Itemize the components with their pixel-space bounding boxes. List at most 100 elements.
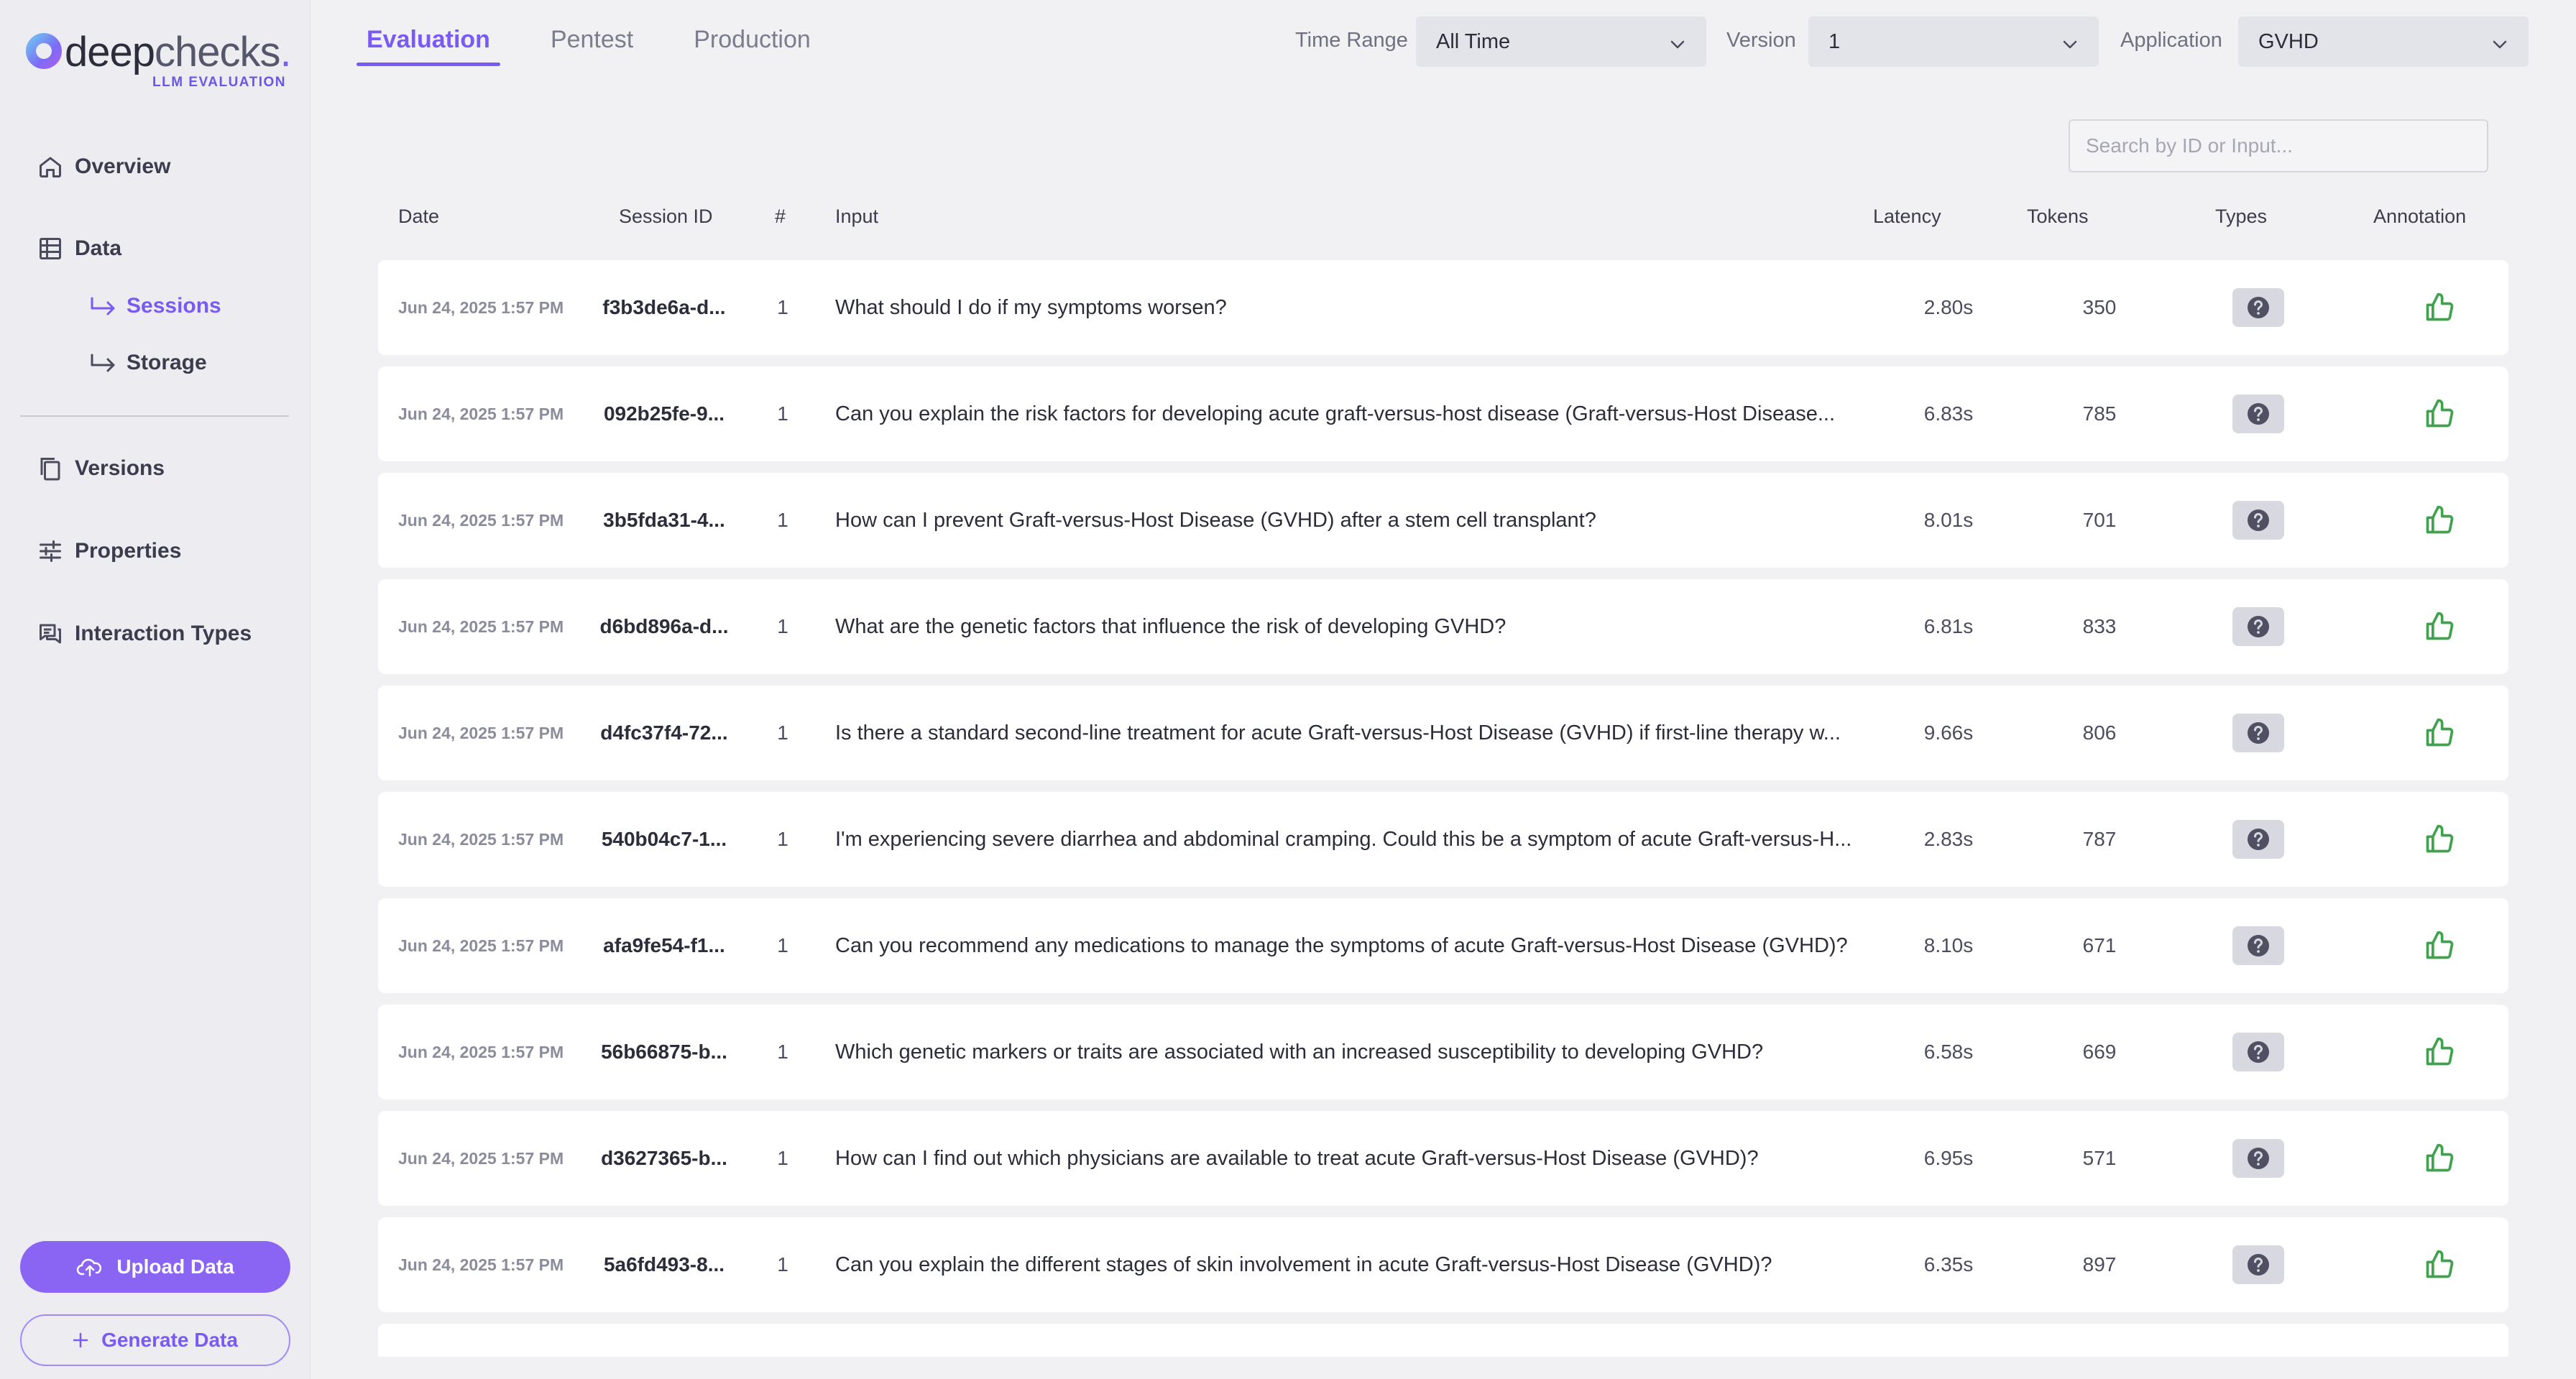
time-range-select[interactable]: All Time	[1416, 17, 1706, 67]
row-date: Jun 24, 2025 1:57 PM	[398, 829, 564, 849]
table-row[interactable]: Jun 24, 2025 1:57 PM d6bd896a-d... 1 Wha…	[378, 579, 2508, 674]
interaction-type-badge[interactable]	[2232, 1245, 2284, 1284]
application-label: Application	[2120, 29, 2222, 52]
version-select[interactable]: 1	[1808, 17, 2099, 67]
tab-production[interactable]: Production	[684, 22, 821, 65]
thumbs-up-icon[interactable]	[2424, 1249, 2455, 1281]
table-row[interactable]: Jun 24, 2025 1:57 PM 56b66875-b... 1 Whi…	[378, 1005, 2508, 1099]
home-icon	[36, 152, 65, 181]
row-session-id[interactable]: 092b25fe-9...	[599, 366, 729, 461]
version-value: 1	[1828, 29, 1841, 53]
table-row[interactable]: Jun 24, 2025 1:57 PM d4fc37f4-72... 1 Is…	[378, 686, 2508, 780]
row-tokens: 785	[2082, 402, 2117, 425]
sidebar-item-label: Overview	[75, 154, 171, 178]
interaction-type-badge[interactable]	[2232, 820, 2284, 859]
table-row[interactable]: Jun 24, 2025 1:57 PM 540b04c7-1... 1 I'm…	[378, 792, 2508, 887]
column-header-latency[interactable]: Latency	[1873, 206, 1941, 228]
row-annotation	[2396, 260, 2483, 355]
application-value: GVHD	[2258, 29, 2319, 53]
row-session-id[interactable]: d4fc37f4-72...	[599, 686, 729, 780]
row-session-id[interactable]: 56b66875-b...	[599, 1005, 729, 1099]
row-annotation	[2396, 686, 2483, 780]
row-session-id[interactable]: afa9fe54-f1...	[599, 898, 729, 993]
plus-icon	[73, 1332, 88, 1348]
sidebar-item-label: Properties	[75, 539, 182, 563]
table-row[interactable]: Jun 24, 2025 1:57 PM afa9fe54-f1... 1 Ca…	[378, 898, 2508, 993]
interaction-type-badge[interactable]	[2232, 607, 2284, 646]
question-icon	[2248, 935, 2269, 956]
row-type	[2215, 1005, 2301, 1099]
row-type	[2215, 686, 2301, 780]
thumbs-up-icon[interactable]	[2424, 504, 2455, 536]
copy-icon	[36, 454, 65, 483]
table-row[interactable]: Jun 24, 2025 1:57 PM 3b5fda31-4... 1 How…	[378, 473, 2508, 568]
interaction-type-badge[interactable]	[2232, 926, 2284, 965]
thumbs-up-icon[interactable]	[2424, 611, 2455, 642]
column-header-annotation[interactable]: Annotation	[2373, 206, 2466, 228]
upload-data-button[interactable]: Upload Data	[20, 1241, 290, 1293]
sidebar-item-properties[interactable]: Properties	[36, 530, 181, 573]
sidebar-item-interaction-types[interactable]: Interaction Types	[36, 612, 252, 655]
interaction-type-badge[interactable]	[2232, 501, 2284, 540]
sidebar-item-versions[interactable]: Versions	[36, 447, 165, 490]
row-annotation	[2396, 792, 2483, 887]
row-session-id[interactable]: 3b5fda31-4...	[599, 473, 729, 568]
row-interaction-number: 1	[777, 1041, 788, 1063]
thumbs-up-icon[interactable]	[2424, 1036, 2455, 1068]
table-row[interactable]: Jun 24, 2025 1:57 PM 092b25fe-9... 1 Can…	[378, 366, 2508, 461]
row-interaction-number: 1	[777, 1147, 788, 1169]
table-row[interactable]	[378, 1324, 2508, 1357]
thumbs-up-icon[interactable]	[2424, 824, 2455, 855]
search-input[interactable]	[2069, 119, 2488, 172]
column-header-tokens[interactable]: Tokens	[2027, 206, 2089, 228]
row-date: Jun 24, 2025 1:57 PM	[398, 617, 564, 636]
thumbs-up-icon[interactable]	[2424, 292, 2455, 323]
logo-subtitle: LLM EVALUATION	[152, 75, 286, 90]
column-header-date[interactable]: Date	[398, 206, 439, 228]
row-date: Jun 24, 2025 1:57 PM	[398, 1042, 564, 1061]
interaction-type-badge[interactable]	[2232, 1033, 2284, 1071]
sidebar-item-data[interactable]: Data	[36, 227, 121, 270]
row-session-id[interactable]: d3627365-b...	[599, 1111, 729, 1206]
table-row[interactable]: Jun 24, 2025 1:57 PM d3627365-b... 1 How…	[378, 1111, 2508, 1206]
thumbs-up-icon[interactable]	[2424, 398, 2455, 430]
row-date: Jun 24, 2025 1:57 PM	[398, 936, 564, 955]
column-header-number[interactable]: #	[775, 206, 786, 228]
row-annotation	[2396, 366, 2483, 461]
row-date: Jun 24, 2025 1:57 PM	[398, 510, 564, 530]
interaction-type-badge[interactable]	[2232, 395, 2284, 433]
row-session-id[interactable]: 540b04c7-1...	[599, 792, 729, 887]
thumbs-up-icon[interactable]	[2424, 1143, 2455, 1174]
sidebar: deepchecks. LLM EVALUATION Overview Data…	[0, 0, 310, 1379]
sidebar-subitem-label: Storage	[126, 351, 207, 374]
row-session-id[interactable]: d6bd896a-d...	[599, 579, 729, 674]
application-select[interactable]: GVHD	[2238, 17, 2529, 67]
table-row[interactable]: Jun 24, 2025 1:57 PM 5a6fd493-8... 1 Can…	[378, 1217, 2508, 1312]
thumbs-up-icon[interactable]	[2424, 717, 2455, 749]
column-header-session-id[interactable]: Session ID	[619, 206, 713, 228]
sidebar-item-sessions[interactable]: Sessions	[89, 286, 221, 326]
sidebar-item-label: Data	[75, 236, 122, 260]
row-annotation	[2396, 1005, 2483, 1099]
thumbs-up-icon[interactable]	[2424, 930, 2455, 961]
tab-evaluation[interactable]: Evaluation	[356, 22, 500, 66]
row-interaction-number: 1	[777, 828, 788, 850]
interaction-type-badge[interactable]	[2232, 714, 2284, 752]
interaction-type-badge[interactable]	[2232, 1139, 2284, 1178]
question-icon	[2248, 616, 2269, 637]
tab-pentest[interactable]: Pentest	[540, 22, 643, 65]
row-session-id[interactable]: f3b3de6a-d...	[599, 260, 729, 355]
chevron-down-icon	[2061, 34, 2079, 57]
column-header-input[interactable]: Input	[835, 206, 878, 228]
deepchecks-logo[interactable]: deepchecks. LLM EVALUATION	[24, 29, 298, 93]
sidebar-item-overview[interactable]: Overview	[36, 145, 170, 188]
table-row[interactable]: Jun 24, 2025 1:57 PM f3b3de6a-d... 1 Wha…	[378, 260, 2508, 355]
row-session-id[interactable]: 5a6fd493-8...	[599, 1217, 729, 1312]
sidebar-item-storage[interactable]: Storage	[89, 343, 207, 383]
generate-data-button[interactable]: Generate Data	[20, 1314, 290, 1366]
column-header-types[interactable]: Types	[2215, 206, 2267, 228]
interaction-type-badge[interactable]	[2232, 288, 2284, 327]
row-tokens: 897	[2082, 1253, 2117, 1276]
arrow-right-icon	[89, 295, 118, 317]
row-type	[2215, 579, 2301, 674]
